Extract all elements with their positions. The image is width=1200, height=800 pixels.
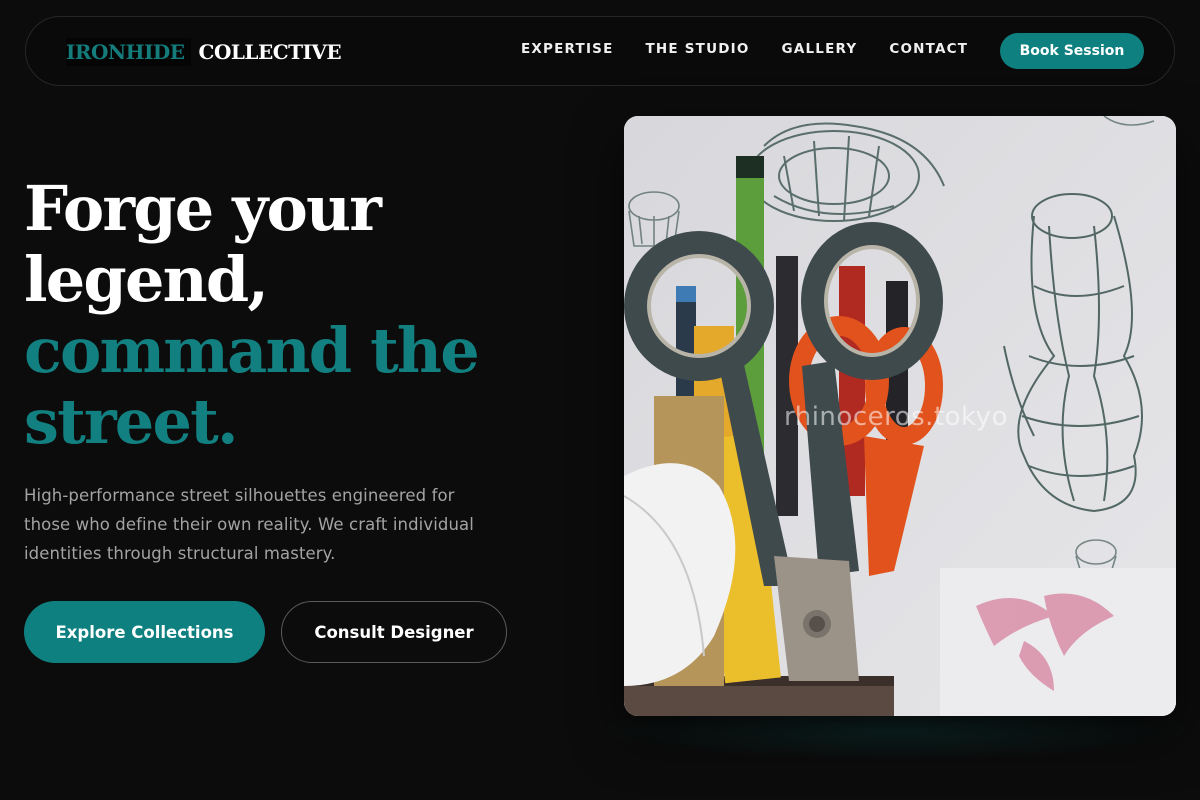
headline-line-3: command the <box>24 314 480 387</box>
top-navigation: IRONHIDE COLLECTIVE EXPERTISE THE STUDIO… <box>25 16 1175 86</box>
headline-line-1: Forge your <box>24 172 382 245</box>
pen-cup <box>624 681 894 716</box>
explore-collections-button[interactable]: Explore Collections <box>24 601 265 663</box>
brand-name-part2: COLLECTIVE <box>198 40 342 64</box>
nav-link-the-studio[interactable]: THE STUDIO <box>646 41 750 57</box>
hero-headline: Forge your legend, command the street. <box>24 172 480 458</box>
headline-line-4: street. <box>24 385 239 458</box>
book-session-button[interactable]: Book Session <box>1000 33 1144 69</box>
brand-name-part1: IRONHIDE <box>66 38 191 66</box>
nav-links: EXPERTISE THE STUDIO GALLERY CONTACT <box>521 41 1000 57</box>
brand-logo[interactable]: IRONHIDE COLLECTIVE <box>66 38 342 66</box>
nav-link-expertise[interactable]: EXPERTISE <box>521 41 614 57</box>
hero-description: High-performance street silhouettes engi… <box>24 486 474 563</box>
image-watermark: rhinoceros.tokyo <box>784 402 1008 432</box>
nav-link-contact[interactable]: CONTACT <box>889 41 968 57</box>
hero-photo: rhinoceros.tokyo <box>624 116 1176 716</box>
consult-designer-button[interactable]: Consult Designer <box>281 601 507 663</box>
nav-link-gallery[interactable]: GALLERY <box>782 41 858 57</box>
headline-line-2: legend, <box>24 243 269 316</box>
